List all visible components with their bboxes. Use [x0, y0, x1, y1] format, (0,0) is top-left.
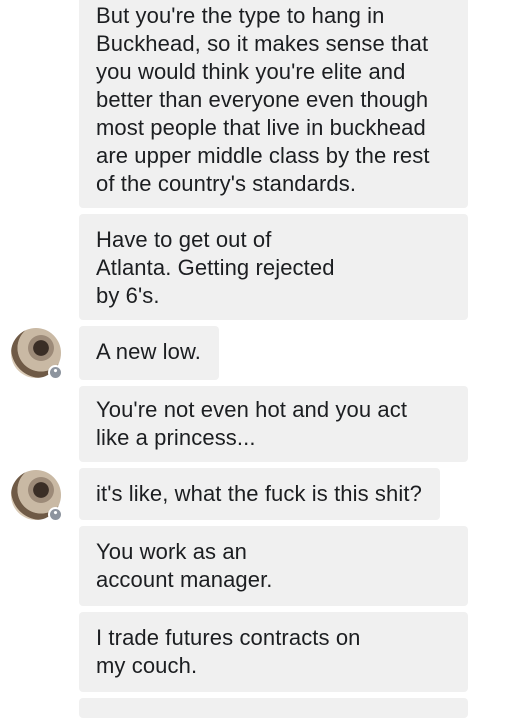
message-bubble[interactable]: I trade futures contracts on my couch.	[79, 612, 468, 692]
message-bubble[interactable]: You work as an account manager.	[79, 526, 468, 606]
message-row	[0, 698, 525, 718]
message-thread: But you're the type to hang in Buckhead,…	[0, 0, 525, 724]
message-bubble-partial[interactable]	[79, 698, 468, 718]
message-bubble[interactable]: You're not even hot and you act like a p…	[79, 386, 468, 462]
message-bubble[interactable]: it's like, what the fuck is this shit?	[79, 468, 440, 520]
messenger-badge-icon: •	[48, 507, 63, 522]
message-row: You're not even hot and you act like a p…	[0, 386, 525, 462]
message-bubble[interactable]: But you're the type to hang in Buckhead,…	[79, 0, 468, 208]
avatar[interactable]: •	[11, 328, 63, 380]
message-bubble[interactable]: Have to get out of Atlanta. Getting reje…	[79, 214, 468, 320]
message-row: • it's like, what the fuck is this shit?	[0, 468, 525, 522]
message-row: • A new low.	[0, 326, 525, 380]
message-row: I trade futures contracts on my couch.	[0, 612, 525, 692]
messenger-badge-icon: •	[48, 365, 63, 380]
message-row: You work as an account manager.	[0, 526, 525, 606]
avatar[interactable]: •	[11, 470, 63, 522]
message-row: But you're the type to hang in Buckhead,…	[0, 0, 525, 208]
message-bubble[interactable]: A new low.	[79, 326, 219, 380]
message-row: Have to get out of Atlanta. Getting reje…	[0, 214, 525, 320]
